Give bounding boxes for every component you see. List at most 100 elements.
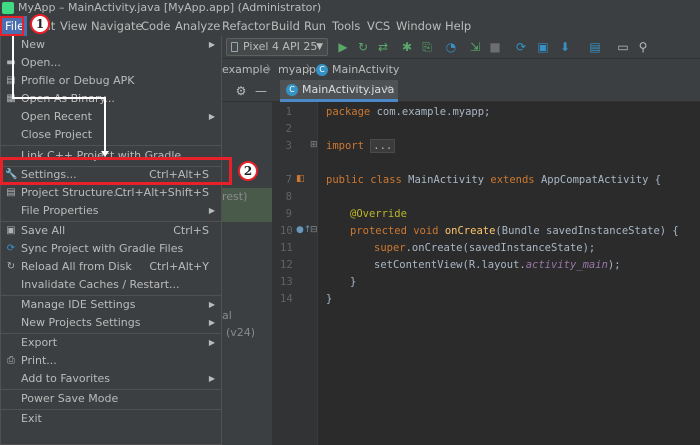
sdk-manager-icon[interactable]: ⬇ (558, 40, 572, 54)
line-number: 3 (285, 140, 292, 152)
menu-item-close-project[interactable]: Close Project (1, 126, 221, 144)
menu-item-manage-ide-settings[interactable]: Manage IDE Settings ▶ (1, 296, 221, 314)
submenu-arrow-icon: ▶ (208, 338, 215, 347)
menu-item-sync-gradle[interactable]: ⟳ Sync Project with Gradle Files (1, 240, 221, 258)
menu-item-label: Close Project (21, 128, 93, 141)
menu-item-label: Open... (21, 56, 61, 69)
line-number: 14 (280, 293, 293, 305)
line-number: 7 (285, 174, 292, 186)
minimize-icon[interactable]: — (254, 84, 268, 98)
menu-item-new-projects-settings[interactable]: New Projects Settings ▶ (1, 314, 221, 332)
settings-highlight (0, 157, 232, 185)
menu-view[interactable]: View (57, 16, 90, 36)
code-text: (Bundle savedInstanceState) { (495, 225, 679, 237)
fold-icon[interactable]: ⊟ (310, 225, 318, 235)
menu-item-invalidate-caches[interactable]: Invalidate Caches / Restart... (1, 276, 221, 294)
apply-changes-icon[interactable]: ↻ (356, 40, 370, 54)
menu-item-label: Invalidate Caches / Restart... (21, 278, 180, 291)
title-bar: MyApp – MainActivity.java [MyApp.app] (A… (0, 0, 700, 16)
terminal-icon[interactable]: ▭ (616, 40, 630, 54)
menu-item-exit[interactable]: Exit (1, 410, 221, 428)
navigation-bar: example 〉 myapp 〉 C MainActivity (222, 58, 700, 80)
code-line-14: } (326, 293, 333, 305)
menu-code[interactable]: Code (138, 16, 173, 36)
menu-item-save-all[interactable]: ▣ Save All Ctrl+S (1, 222, 221, 240)
menu-run[interactable]: Run (301, 16, 329, 36)
search-icon[interactable]: ⚲ (636, 40, 650, 54)
connector-line (104, 97, 106, 155)
close-icon[interactable]: ✕ (384, 80, 392, 100)
project-panel-toolbar: ⚙ — (222, 80, 272, 102)
activity-icon[interactable]: ◧ (296, 174, 305, 184)
code-line-11: super.onCreate(savedInstanceState); (374, 242, 595, 254)
class-icon: C (286, 84, 298, 96)
apk-icon: ▤ (6, 75, 16, 86)
class-name: MainActivity (401, 174, 491, 186)
menu-vcs[interactable]: VCS (364, 16, 393, 36)
avd-manager-icon[interactable]: ▣ (536, 40, 550, 54)
menu-navigate[interactable]: Navigate (88, 16, 146, 36)
menu-item-export[interactable]: Export ▶ (1, 334, 221, 352)
menu-item-new[interactable]: New ▶ (1, 36, 221, 54)
menu-item-label: Manage IDE Settings (21, 298, 136, 311)
menu-analyze[interactable]: Analyze (172, 16, 223, 36)
menu-item-open-as-binary[interactable]: ▦ Open As Binary... (1, 90, 221, 108)
menu-item-label: Print... (21, 354, 57, 367)
connector-line (12, 36, 14, 98)
attach-debugger-icon[interactable]: ⎘ (420, 40, 434, 54)
menu-item-label: Add to Favorites (21, 372, 111, 385)
project-structure-icon[interactable]: ▤ (588, 40, 602, 54)
menu-item-profile-debug-apk[interactable]: ▤ Profile or Debug APK (1, 72, 221, 90)
menu-bar: File Edit View Navigate Code Analyze Ref… (0, 16, 700, 36)
run-icon[interactable]: ▶ (336, 40, 350, 54)
sync-gradle-icon: ⟳ (6, 243, 16, 254)
menu-item-label: Sync Project with Gradle Files (21, 242, 184, 255)
code-line-9: @Override (350, 208, 407, 220)
menu-window[interactable]: Window (393, 16, 444, 36)
breadcrumb-package[interactable]: example (222, 59, 269, 81)
menu-item-open[interactable]: ▬ Open... (1, 54, 221, 72)
class-icon: C (316, 64, 328, 76)
line-number: 1 (285, 106, 292, 118)
breadcrumb-class[interactable]: MainActivity (332, 59, 399, 81)
code-text: com.example.myapp; (370, 106, 491, 118)
code-text: AppCompatActivity { (534, 174, 662, 186)
menu-item-add-to-favorites[interactable]: Add to Favorites ▶ (1, 370, 221, 388)
main-toolbar: Pixel 4 API 25 ▼ ▶ ↻ ⇄ ✱ ⎘ ◔ ⇲ ■ ⟳ ▣ ⬇ ▤… (222, 36, 700, 58)
sync-gradle-icon[interactable]: ⟳ (514, 40, 528, 54)
menu-build[interactable]: Build (268, 16, 303, 36)
device-selector[interactable]: Pixel 4 API 25 ▼ (226, 38, 328, 56)
tree-fragment: al (222, 309, 232, 322)
menu-item-open-recent[interactable]: Open Recent ▶ (1, 108, 221, 126)
breadcrumb-separator: 〉 (266, 63, 277, 76)
menu-help[interactable]: Help (442, 16, 474, 36)
tab-mainactivity[interactable]: C MainActivity.java ✕ (280, 80, 398, 102)
code-editor[interactable]: package com.example.myapp; import ... pu… (318, 102, 700, 445)
submenu-arrow-icon: ▶ (208, 300, 215, 309)
menu-refactor[interactable]: Refactor (219, 16, 273, 36)
line-number: 11 (280, 242, 293, 254)
menu-tools[interactable]: Tools (329, 16, 363, 36)
menu-item-print[interactable]: ⎙ Print... (1, 352, 221, 370)
gear-icon[interactable]: ⚙ (234, 84, 248, 98)
folded-imports[interactable]: ... (370, 139, 396, 153)
printer-icon: ⎙ (7, 355, 15, 366)
menu-item-label: New (21, 38, 45, 51)
line-number: 8 (285, 191, 292, 203)
menu-item-project-structure[interactable]: ▤ Project Structure... Ctrl+Alt+Shift+S (1, 184, 221, 202)
profile-icon[interactable]: ◔ (444, 40, 458, 54)
menu-item-label: Project Structure... (21, 186, 124, 199)
reload-icon: ↻ (6, 261, 16, 272)
menu-item-power-save-mode[interactable]: Power Save Mode (1, 390, 221, 408)
apply-code-changes-icon[interactable]: ⇄ (376, 40, 390, 54)
menu-item-shortcut: Ctrl+Alt+Y (149, 260, 209, 273)
stop-icon[interactable]: ■ (488, 40, 502, 54)
attach-process-icon[interactable]: ⇲ (468, 40, 482, 54)
debug-icon[interactable]: ✱ (400, 40, 414, 54)
project-structure-icon: ▤ (6, 187, 16, 198)
tree-fragment: (v24) (226, 326, 256, 339)
fold-icon[interactable]: ⊞ (310, 140, 318, 150)
menu-item-reload-from-disk[interactable]: ↻ Reload All from Disk Ctrl+Alt+Y (1, 258, 221, 276)
menu-item-file-properties[interactable]: File Properties ▶ (1, 202, 221, 220)
menu-item-label: Power Save Mode (21, 392, 119, 405)
